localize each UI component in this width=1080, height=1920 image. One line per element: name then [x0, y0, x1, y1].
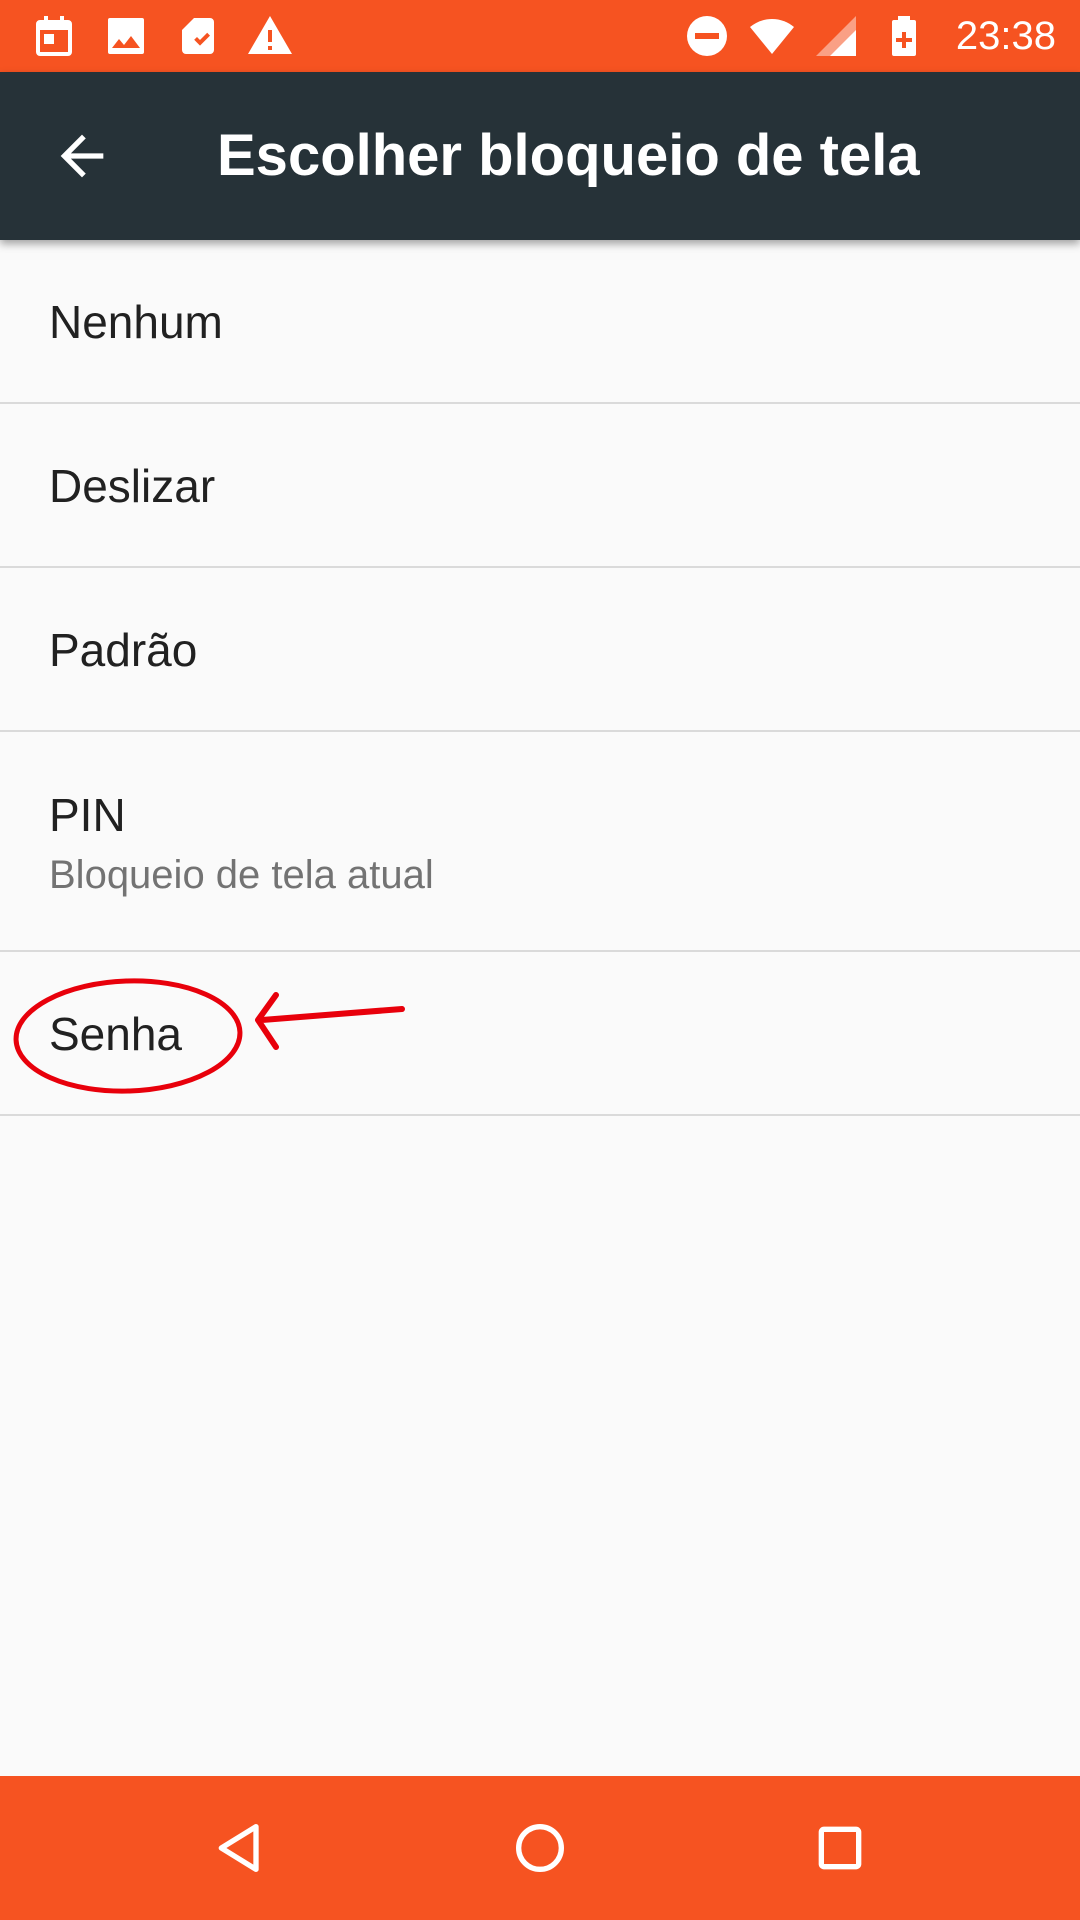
- image-icon: [102, 12, 150, 60]
- app-bar: Escolher bloqueio de tela: [0, 72, 1080, 240]
- sd-card-icon: [174, 12, 222, 60]
- option-title: Padrão: [49, 624, 198, 676]
- option-subtitle: Bloqueio de tela atual: [49, 853, 434, 897]
- warning-icon: [246, 12, 294, 60]
- do-not-disturb-icon: [683, 12, 731, 60]
- option-senha[interactable]: Senha: [0, 952, 1080, 1116]
- option-title: Nenhum: [49, 296, 223, 348]
- recents-square-icon[interactable]: [808, 1816, 872, 1880]
- option-deslizar[interactable]: Deslizar: [0, 404, 1080, 568]
- wifi-icon: [748, 12, 796, 60]
- page-title: Escolher bloqueio de tela: [217, 123, 920, 188]
- battery-charging-icon: [880, 12, 928, 60]
- option-nenhum[interactable]: Nenhum: [0, 240, 1080, 404]
- lock-options-list: Nenhum Deslizar Padrão PIN Bloqueio de t…: [0, 240, 1080, 1116]
- calendar-icon: [30, 12, 78, 60]
- arrow-back-icon[interactable]: [50, 124, 114, 188]
- status-bar: 23:38: [0, 0, 1080, 72]
- option-pin[interactable]: PIN Bloqueio de tela atual: [0, 732, 1080, 952]
- option-title: Senha: [49, 1008, 183, 1060]
- status-time: 23:38: [955, 14, 1056, 58]
- option-title: PIN: [49, 789, 126, 841]
- option-padrao[interactable]: Padrão: [0, 568, 1080, 732]
- cell-signal-icon: [812, 12, 860, 60]
- home-circle-icon[interactable]: [508, 1816, 572, 1880]
- navigation-bar: [0, 1776, 1080, 1920]
- back-triangle-icon[interactable]: [208, 1816, 272, 1880]
- option-title: Deslizar: [49, 460, 216, 512]
